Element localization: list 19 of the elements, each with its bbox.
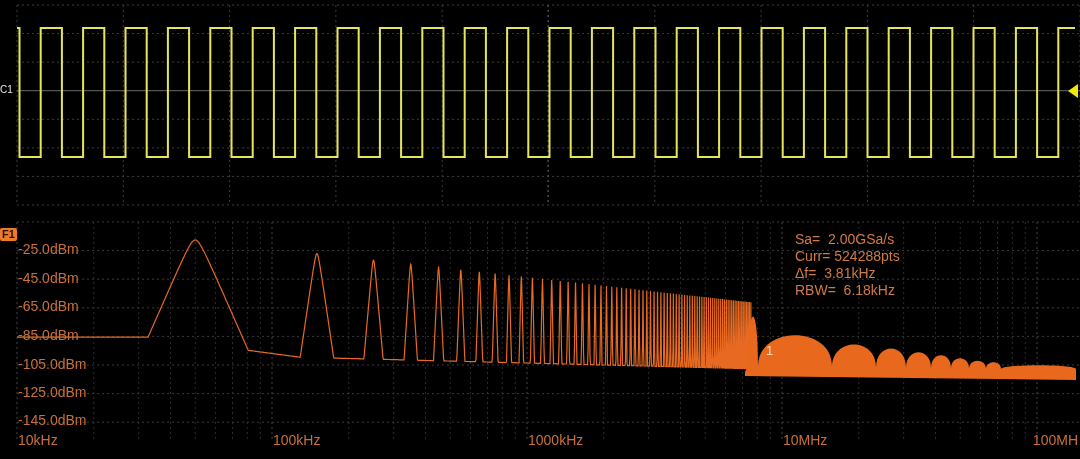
readout-text: Curr= 524288pts — [795, 248, 900, 265]
x-axis-label: 1000kHz — [528, 432, 584, 448]
y-axis-label: -65.0dBm — [18, 298, 79, 314]
y-axis-label: -105.0dBm — [18, 356, 87, 372]
trigger-level-marker-icon[interactable] — [1068, 84, 1078, 98]
marker-label: 1 — [766, 344, 774, 358]
readout-text: RBW= 6.18kHz — [795, 282, 896, 299]
math-badge[interactable]: F1 — [0, 228, 17, 241]
x-axis-label: 100kHz — [273, 432, 321, 448]
x-axis-label: 100MH — [1032, 432, 1078, 448]
x-axis-label: 10kHz — [18, 432, 58, 448]
y-axis-label: -25.0dBm — [18, 241, 79, 257]
y-axis-label: -145.0dBm — [18, 412, 87, 428]
x-axis-label: 10MHz — [783, 432, 828, 448]
y-axis-label: -125.0dBm — [18, 384, 87, 400]
y-axis-label: -45.0dBm — [18, 270, 79, 286]
readout-text: Δf= 3.81kHz — [795, 265, 877, 282]
readout-text: Sa= 2.00GSa/s — [795, 231, 896, 248]
channel-label: C1 — [0, 84, 13, 96]
